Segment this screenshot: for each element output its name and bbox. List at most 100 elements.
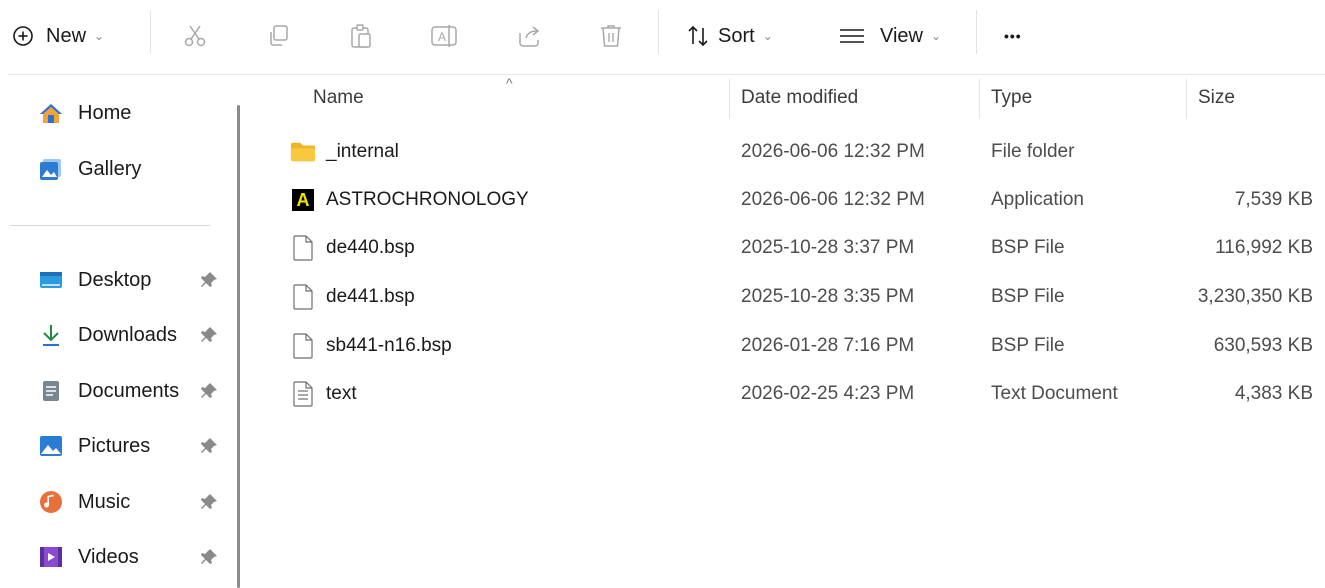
cut-button[interactable] xyxy=(182,14,208,58)
videos-icon xyxy=(39,545,63,569)
file-name: de440.bsp xyxy=(326,237,415,258)
pictures-icon xyxy=(39,434,63,458)
desktop-icon xyxy=(39,268,63,292)
sort-ascending-icon: ^ xyxy=(506,75,513,91)
sidebar-item-home[interactable]: Home xyxy=(39,93,229,133)
paste-button[interactable] xyxy=(348,14,374,58)
toolbar-separator xyxy=(658,10,659,54)
copy-icon xyxy=(266,23,292,49)
file-row[interactable]: sb441-n16.bsp 2026-01-28 7:16 PM BSP Fil… xyxy=(256,322,1325,370)
file-icon xyxy=(290,235,316,261)
sidebar-item-label: Desktop xyxy=(78,268,152,291)
text-file-icon xyxy=(290,381,316,407)
column-divider[interactable] xyxy=(729,79,730,119)
file-date: 2025-10-28 3:37 PM xyxy=(741,237,915,258)
sidebar-item-music[interactable]: Music xyxy=(39,482,229,522)
file-size: 630,593 KB xyxy=(1213,335,1313,356)
pin-icon[interactable] xyxy=(199,270,219,295)
share-button[interactable] xyxy=(516,14,542,58)
delete-button[interactable] xyxy=(598,14,624,58)
file-name: _internal xyxy=(326,141,399,162)
file-row[interactable]: de440.bsp 2025-10-28 3:37 PM BSP File 11… xyxy=(256,224,1325,272)
file-type: BSP File xyxy=(991,286,1065,307)
home-icon xyxy=(39,101,63,125)
column-divider[interactable] xyxy=(979,79,980,119)
sidebar-item-label: Videos xyxy=(78,545,139,568)
documents-icon xyxy=(39,379,63,403)
file-row[interactable]: _internal 2026-06-06 12:32 PM File folde… xyxy=(256,128,1325,176)
music-icon xyxy=(39,490,63,514)
pin-icon[interactable] xyxy=(199,436,219,461)
file-row[interactable]: A ASTROCHRONOLOGY 2026-06-06 12:32 PM Ap… xyxy=(256,176,1325,224)
view-button[interactable]: View ⌄ xyxy=(838,14,941,58)
file-name: sb441-n16.bsp xyxy=(326,335,452,356)
cut-icon xyxy=(182,23,208,49)
file-list: ^ Name Date modified Type Size _internal… xyxy=(256,75,1325,588)
chevron-down-icon: ⌄ xyxy=(931,29,942,43)
sidebar-item-pictures[interactable]: Pictures xyxy=(39,426,229,466)
file-date: 2026-01-28 7:16 PM xyxy=(741,335,915,356)
new-label: New xyxy=(46,24,87,47)
chevron-down-icon: ⌄ xyxy=(762,29,773,43)
downloads-icon xyxy=(39,323,63,347)
sidebar-item-gallery[interactable]: Gallery xyxy=(39,149,229,189)
file-size: 3,230,350 KB xyxy=(1197,286,1313,307)
delete-icon xyxy=(598,23,624,49)
view-label: View xyxy=(880,24,923,47)
folder-icon xyxy=(290,139,316,165)
pin-icon[interactable] xyxy=(199,325,219,350)
file-row[interactable]: de441.bsp 2025-10-28 3:35 PM BSP File 3,… xyxy=(256,273,1325,321)
file-size: 7,539 KB xyxy=(1234,189,1313,210)
column-divider[interactable] xyxy=(1186,79,1187,119)
file-type: File folder xyxy=(991,141,1075,162)
sidebar-item-label: Home xyxy=(78,101,132,124)
file-icon xyxy=(290,333,316,359)
file-date: 2026-02-25 4:23 PM xyxy=(741,383,915,404)
sort-label: Sort xyxy=(718,24,755,47)
column-header-name[interactable]: Name xyxy=(313,87,364,109)
pin-icon[interactable] xyxy=(199,381,219,406)
sidebar-item-label: Documents xyxy=(78,379,180,402)
sort-button[interactable]: Sort ⌄ xyxy=(686,14,773,58)
file-size: 116,992 KB xyxy=(1215,237,1313,258)
paste-icon xyxy=(348,23,374,49)
column-header-type[interactable]: Type xyxy=(991,87,1032,109)
view-icon xyxy=(838,24,866,48)
file-date: 2025-10-28 3:35 PM xyxy=(741,286,915,307)
sidebar-item-downloads[interactable]: Downloads xyxy=(39,315,229,355)
app-icon: A xyxy=(292,189,314,211)
sidebar-item-label: Gallery xyxy=(78,157,142,180)
file-type: Text Document xyxy=(991,383,1118,404)
toolbar-separator xyxy=(150,10,151,54)
pin-icon[interactable] xyxy=(199,547,219,572)
sort-icon xyxy=(686,24,710,48)
sidebar-item-desktop[interactable]: Desktop xyxy=(39,260,229,300)
rename-icon: A xyxy=(430,23,460,49)
sidebar-item-label: Downloads xyxy=(78,323,177,346)
plus-circle-icon xyxy=(12,25,34,47)
file-row[interactable]: text 2026-02-25 4:23 PM Text Document 4,… xyxy=(256,370,1325,418)
sidebar-divider xyxy=(10,225,210,226)
file-name: text xyxy=(326,383,357,404)
gallery-icon xyxy=(39,157,63,181)
file-size: 4,383 KB xyxy=(1234,383,1313,404)
command-bar: New ⌄ A Sort ⌄ View ⌄ ••• xyxy=(0,0,1325,74)
sidebar-item-videos[interactable]: Videos xyxy=(39,537,229,577)
more-button[interactable]: ••• xyxy=(1004,14,1022,58)
file-date: 2026-06-06 12:32 PM xyxy=(741,141,925,162)
file-type: BSP File xyxy=(991,237,1065,258)
file-name: ASTROCHRONOLOGY xyxy=(326,189,529,210)
column-header-size[interactable]: Size xyxy=(1198,87,1235,109)
sidebar-item-documents[interactable]: Documents xyxy=(39,371,229,411)
chevron-down-icon: ⌄ xyxy=(94,29,105,43)
copy-button[interactable] xyxy=(266,14,292,58)
pin-icon[interactable] xyxy=(199,492,219,517)
column-header-date[interactable]: Date modified xyxy=(741,87,858,109)
sidebar-scrollbar[interactable] xyxy=(237,105,240,588)
toolbar-separator xyxy=(976,10,977,54)
more-icon: ••• xyxy=(1004,28,1022,44)
rename-button[interactable]: A xyxy=(430,14,460,58)
file-type: Application xyxy=(991,189,1084,210)
new-button[interactable]: New ⌄ xyxy=(12,14,104,58)
app-icon-letter: A xyxy=(296,190,310,210)
